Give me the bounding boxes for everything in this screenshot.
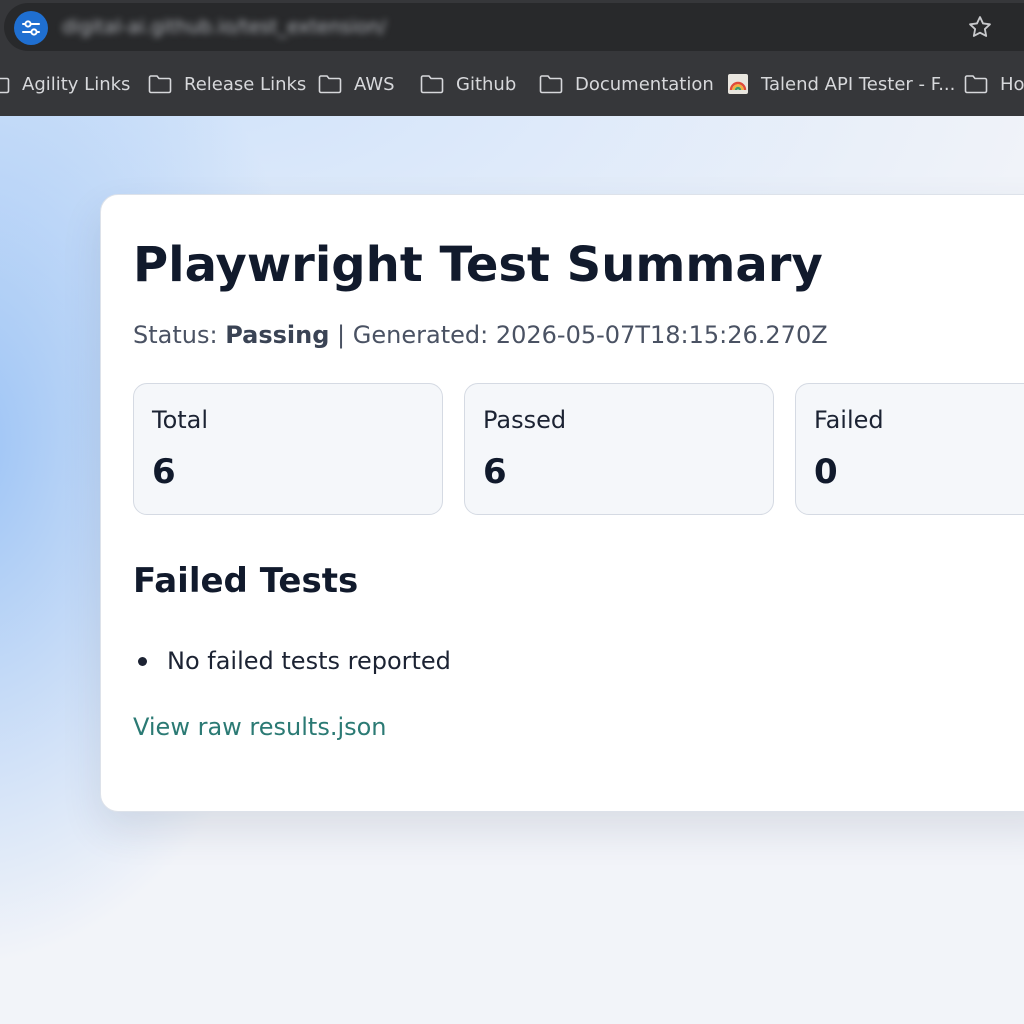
list-item-text: No failed tests reported [167, 647, 451, 675]
stat-label: Passed [483, 406, 567, 434]
bookmark-label: AWS [354, 73, 395, 95]
generated-label: Generated: [352, 321, 489, 349]
url-text[interactable]: digital-ai.github.io/test_extension/ [62, 16, 386, 38]
folder-icon [148, 75, 172, 94]
failed-tests-list: No failed tests reported [133, 647, 451, 675]
bookmark-label: Github [456, 73, 517, 95]
status-badge: Passing [225, 321, 330, 349]
stat-value: 0 [814, 452, 838, 492]
stat-card-failed: Failed 0 [795, 383, 1024, 515]
bookmark-label: Agility Links [22, 73, 131, 95]
bullet-icon [138, 656, 147, 666]
list-item: No failed tests reported [133, 647, 451, 675]
stat-label: Total [152, 406, 209, 434]
generated-timestamp: 2026-05-07T18:15:26.270Z [495, 321, 828, 349]
bookmark-label: Talend API Tester - F... [761, 73, 956, 95]
folder-icon [318, 75, 342, 94]
status-label: Status: [133, 321, 218, 349]
folder-icon [964, 75, 988, 94]
bookmark-documentation[interactable]: Documentation [539, 70, 714, 98]
stat-card-total: Total 6 [133, 383, 443, 515]
talend-icon [728, 74, 748, 94]
bookmark-github[interactable]: Github [420, 70, 516, 98]
bookmark-label: Ho [1000, 73, 1024, 95]
view-raw-results-link[interactable]: View raw results.json [133, 713, 387, 741]
stat-card-passed: Passed 6 [464, 383, 774, 515]
page-title: Playwright Test Summary [133, 237, 823, 293]
page-content: Playwright Test Summary Status: Passing … [0, 116, 1024, 1024]
bookmark-label: Documentation [575, 73, 714, 95]
stat-label: Failed [814, 406, 884, 434]
folder-icon [0, 77, 10, 94]
bookmarks-bar: Agility Links Release Links AWS Github D… [0, 56, 1024, 112]
bookmark-release-links[interactable]: Release Links [148, 70, 306, 98]
site-info-icon[interactable] [14, 11, 48, 45]
address-bar[interactable]: digital-ai.github.io/test_extension/ [4, 3, 1024, 51]
browser-chrome: digital-ai.github.io/test_extension/ Agi… [0, 0, 1024, 116]
summary-card: Playwright Test Summary Status: Passing … [100, 194, 1024, 812]
bookmark-talend-api-tester[interactable]: Talend API Tester - F... [727, 70, 955, 98]
bookmark-agility-links[interactable]: Agility Links [0, 70, 130, 98]
bookmark-ho[interactable]: Ho [964, 70, 1024, 98]
bookmark-label: Release Links [184, 73, 307, 95]
meta-separator: | [337, 321, 346, 349]
bookmark-aws[interactable]: AWS [318, 70, 395, 98]
stat-value: 6 [483, 452, 507, 492]
status-line: Status: Passing | Generated: 2026-05-07T… [133, 321, 828, 349]
folder-icon [420, 75, 444, 94]
bookmark-star-icon[interactable] [962, 9, 998, 45]
stat-value: 6 [152, 452, 176, 492]
failed-tests-heading: Failed Tests [133, 561, 359, 601]
folder-icon [539, 75, 563, 94]
